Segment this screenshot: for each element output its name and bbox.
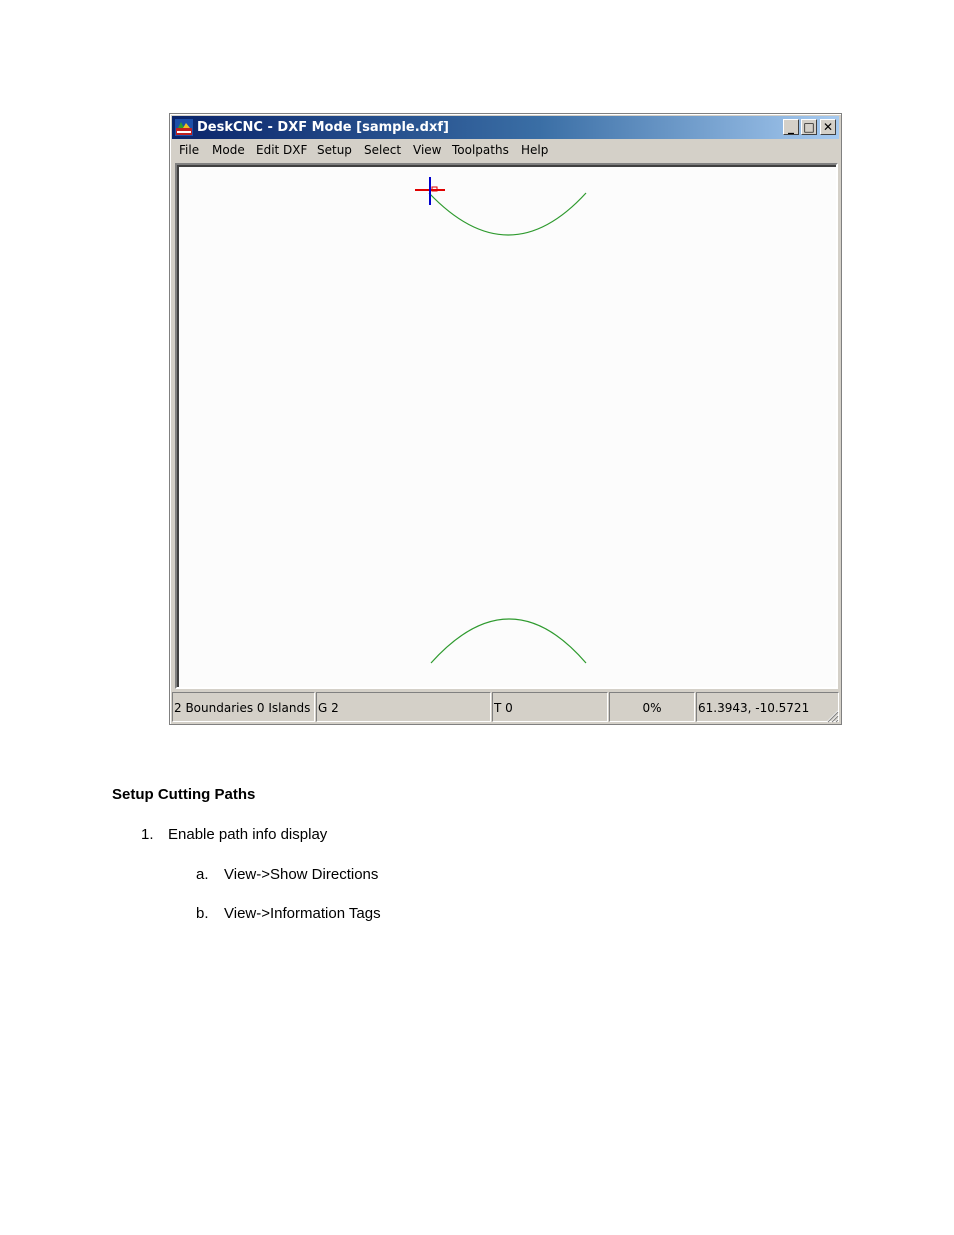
title-bar[interactable]: DeskCNC - DXF Mode [sample.dxf] _ □ ✕: [172, 116, 839, 139]
drawing-canvas[interactable]: [175, 163, 838, 689]
resize-grip-icon[interactable]: [826, 710, 839, 723]
substep-letter: b.: [196, 905, 209, 922]
section-heading: Setup Cutting Paths: [112, 786, 256, 803]
step-text: Enable path info display: [168, 826, 328, 843]
top-arc-path[interactable]: [428, 192, 587, 236]
menu-view[interactable]: View: [413, 142, 441, 158]
menu-mode[interactable]: Mode: [212, 142, 245, 158]
app-logo-icon: [175, 119, 193, 136]
menu-select[interactable]: Select: [364, 142, 401, 158]
menu-file[interactable]: File: [179, 142, 199, 158]
substep-letter: a.: [196, 866, 209, 883]
minimize-button[interactable]: _: [783, 119, 799, 135]
substep-text: View->Information Tags: [224, 905, 381, 922]
status-tool: T 0: [492, 692, 608, 722]
bottom-arc-path[interactable]: [430, 618, 587, 664]
menu-toolpaths[interactable]: Toolpaths: [452, 142, 509, 158]
close-button[interactable]: ✕: [820, 119, 836, 135]
status-bar: 2 Boundaries 0 Islands S G 2 T 0 0% 61.3…: [172, 692, 839, 723]
menu-setup[interactable]: Setup: [317, 142, 352, 158]
status-progress: 0%: [609, 692, 695, 722]
status-coordinates: 61.3943, -10.5721: [696, 692, 839, 722]
status-group: G 2: [316, 692, 491, 722]
maximize-button[interactable]: □: [801, 119, 817, 135]
window-title: DeskCNC - DXF Mode [sample.dxf]: [197, 120, 449, 135]
menu-bar: File Mode Edit DXF Setup Select View Too…: [172, 140, 839, 160]
menu-help[interactable]: Help: [521, 142, 548, 158]
drawing-view: [415, 177, 587, 664]
substep-text: View->Show Directions: [224, 866, 379, 883]
crosshair-cursor-icon: [415, 177, 445, 205]
menu-edit-dxf[interactable]: Edit DXF: [256, 142, 307, 158]
app-window: DeskCNC - DXF Mode [sample.dxf] _ □ ✕ Fi…: [169, 113, 842, 725]
step-number: 1.: [141, 826, 154, 843]
status-boundaries: 2 Boundaries 0 Islands S: [172, 692, 315, 722]
